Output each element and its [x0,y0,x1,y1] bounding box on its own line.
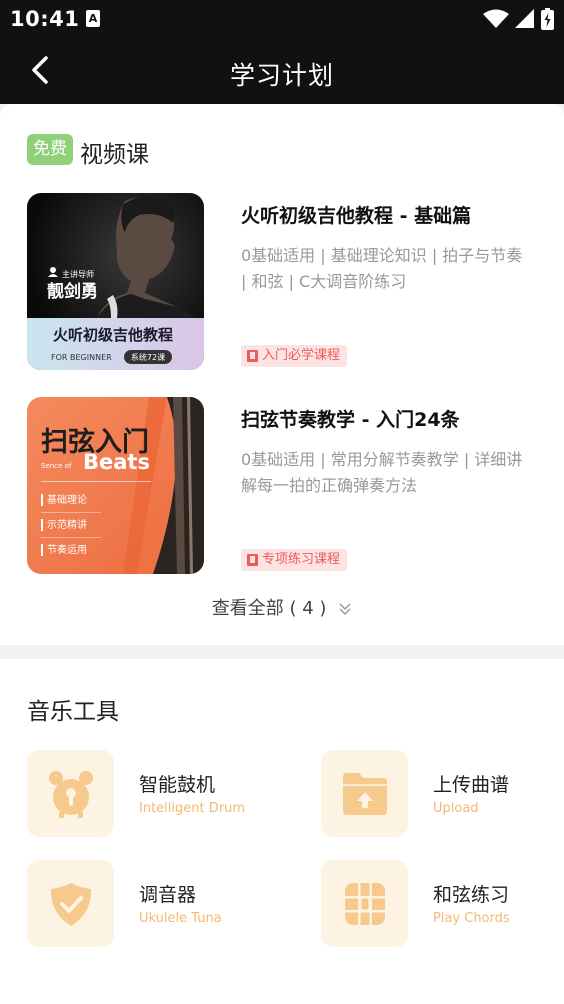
view-all-button[interactable]: 查看全部 ( 4 ) [0,594,564,620]
course-thumbnail: 主讲导师 靓剑勇 火听初级吉他教程 FOR BEGINNER 系统72课 [27,193,204,370]
tool-name: 和弦练习 [433,884,510,906]
thumb-item-3: 节奏运用 [47,544,87,556]
course-item-beginner-guitar[interactable]: 主讲导师 靓剑勇 火听初级吉他教程 FOR BEGINNER 系统72课 火听初… [27,193,537,371]
course-title: 火听初级吉他教程 - 基础篇 [241,205,472,227]
tool-tuner[interactable]: 调音器 Ukulele Tuna [27,860,257,948]
nav-bar: 学习计划 [0,38,564,104]
alarm-clock-icon [48,770,93,818]
thumb-sub-small: Sence of [41,462,72,470]
status-icons [483,7,554,31]
thumb-item-2: 示范精讲 [47,518,87,531]
tool-subtitle: Intelligent Drum [139,801,245,816]
section-title-tools: 音乐工具 [27,699,119,725]
battery-icon [541,8,554,30]
status-time: 10:41 [10,7,80,31]
tool-subtitle: Upload [433,801,479,816]
course-item-strumming[interactable]: 扫弦入门 Sence of Beats 基础理论 示范精讲 节奏运用 扫弦节奏教… [27,397,537,575]
view-all-label: 查看全部 ( 4 ) [211,598,327,619]
music-tools-card: 音乐工具 智能鼓机 Intelligent Drum 上传曲谱 Upload 调… [0,659,564,1004]
tool-icon-box [27,860,114,947]
thumb-teacher-label: 主讲导师 [62,269,94,279]
tool-intelligent-drum[interactable]: 智能鼓机 Intelligent Drum [27,750,257,838]
tool-icon-box [321,860,408,947]
tool-subtitle: Ukulele Tuna [139,911,222,926]
thumb-sub-big: Beats [83,450,150,474]
tool-icon-box [27,750,114,837]
shield-check-icon [50,882,91,926]
thumb-teacher-name: 靓剑勇 [47,281,98,302]
course-tag-label: 入门必学课程 [262,348,341,363]
course-title: 扫弦节奏教学 - 入门24条 [241,409,460,431]
thumb-course-name: 火听初级吉他教程 [53,326,173,344]
tool-icon-box [321,750,408,837]
tool-name: 智能鼓机 [139,774,216,796]
course-tag-label: 专项练习课程 [262,552,341,567]
course-description: 0基础适用 | 基础理论知识 | 拍子与节奏 | 和弦 | C大调音阶练习 [241,246,523,291]
wifi-icon [483,9,509,28]
free-badge: 免费 [27,134,73,165]
signal-icon [515,9,534,28]
thumb-level: FOR BEGINNER [51,353,112,362]
book-icon [247,554,258,566]
folder-upload-icon [342,772,387,815]
tool-subtitle: Play Chords [433,911,510,926]
tool-name: 调音器 [139,884,197,906]
video-course-card: 免费 视频课 主讲导师 靓剑勇 火听初级吉他教程 FOR BEGINNER 系统… [0,104,564,645]
thumb-item-1: 基础理论 [47,493,87,506]
tool-name: 上传曲谱 [433,774,510,796]
double-chevron-down-icon [339,603,351,616]
course-thumbnail: 扫弦入门 Sence of Beats 基础理论 示范精讲 节奏运用 [27,397,204,574]
course-tag: 专项练习课程 [241,549,348,571]
book-icon [247,350,258,362]
tool-upload-score[interactable]: 上传曲谱 Upload [321,750,551,838]
course-tag: 入门必学课程 [241,345,348,367]
section-title-video: 视频课 [80,142,149,168]
status-bar: 10:41 A [0,0,564,38]
notification-a-icon: A [86,10,100,27]
page-title: 学习计划 [229,61,334,90]
course-description: 0基础适用 | 常用分解节奏教学 | 详细讲解每一拍的正确弹奏方法 [241,450,523,495]
tool-chord-practice[interactable]: 和弦练习 Play Chords [321,860,551,948]
thumb-lessons: 系统72课 [131,352,165,362]
grid-icon [344,882,385,925]
